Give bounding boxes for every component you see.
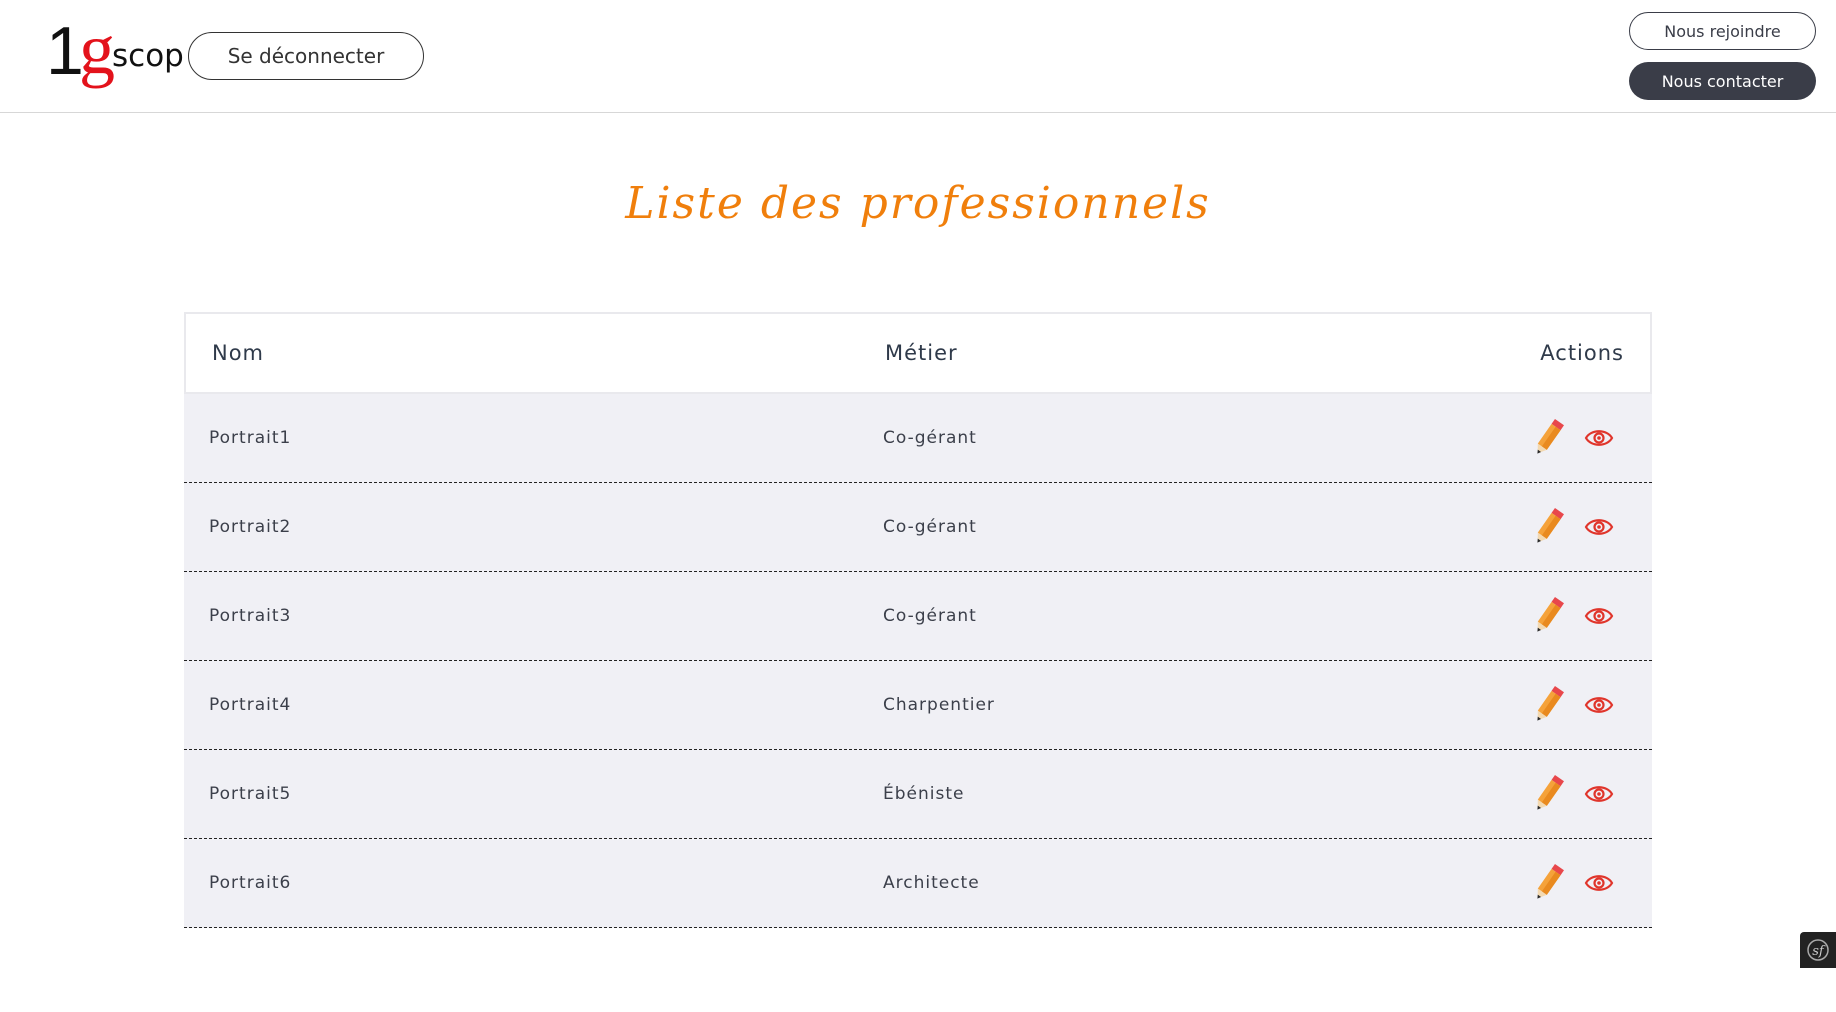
view-button[interactable] — [1584, 693, 1614, 717]
cell-nom: Portrait4 — [209, 695, 292, 715]
cell-metier: Ébéniste — [883, 784, 965, 804]
row-actions — [1530, 594, 1614, 638]
view-button[interactable] — [1584, 782, 1614, 806]
eye-icon — [1584, 697, 1614, 721]
row-actions — [1530, 683, 1614, 727]
column-header-actions: Actions — [1540, 341, 1624, 365]
column-header-metier: Métier — [885, 341, 958, 365]
table-row: Portrait4 Charpentier — [184, 661, 1652, 750]
pencil-icon — [1530, 774, 1568, 820]
edit-button[interactable] — [1530, 683, 1568, 727]
professionals-table: Nom Métier Actions Portrait1 Co-gérant P… — [184, 312, 1652, 1012]
join-button[interactable]: Nous rejoindre — [1629, 12, 1816, 50]
cell-metier: Co-gérant — [883, 517, 977, 537]
cell-metier: Co-gérant — [883, 606, 977, 626]
edit-button[interactable] — [1530, 594, 1568, 638]
view-button[interactable] — [1584, 871, 1614, 895]
cell-metier: Co-gérant — [883, 428, 977, 448]
edit-button[interactable] — [1530, 416, 1568, 460]
table-row: Portrait3 Co-gérant — [184, 572, 1652, 661]
symfony-icon: sf — [1807, 939, 1829, 961]
row-actions — [1530, 861, 1614, 905]
view-button[interactable] — [1584, 515, 1614, 539]
cell-metier: Architecte — [883, 873, 980, 893]
eye-icon — [1584, 519, 1614, 543]
table-header: Nom Métier Actions — [184, 312, 1652, 394]
eye-icon — [1584, 430, 1614, 454]
edit-button[interactable] — [1530, 861, 1568, 905]
pencil-icon — [1530, 418, 1568, 464]
eye-icon — [1584, 875, 1614, 899]
edit-button[interactable] — [1530, 772, 1568, 816]
cell-nom: Portrait2 — [209, 517, 292, 537]
cell-nom: Portrait1 — [209, 428, 292, 448]
edit-button[interactable] — [1530, 505, 1568, 549]
eye-icon — [1584, 786, 1614, 810]
cell-nom: Portrait3 — [209, 606, 292, 626]
pencil-icon — [1530, 596, 1568, 642]
pencil-icon — [1530, 507, 1568, 553]
row-actions — [1530, 416, 1614, 460]
table-body: Portrait1 Co-gérant Portrait2 Co-gérant — [184, 394, 1652, 928]
cell-metier: Charpentier — [883, 695, 995, 715]
table-row: Portrait5 Ébéniste — [184, 750, 1652, 839]
symfony-toolbar-button[interactable]: sf — [1800, 932, 1836, 968]
table-row: Portrait6 Architecte — [184, 839, 1652, 928]
pencil-icon — [1530, 863, 1568, 909]
cell-nom: Portrait6 — [209, 873, 292, 893]
logo[interactable]: 1 g scop — [46, 9, 184, 89]
svg-text:sf: sf — [1812, 944, 1826, 959]
site-header: 1 g scop Se déconnecter Nous rejoindre N… — [0, 0, 1836, 113]
page-title: Liste des professionnels — [625, 178, 1211, 229]
logo-letter: g — [79, 9, 115, 89]
logout-button[interactable]: Se déconnecter — [188, 32, 424, 80]
table-row: Portrait2 Co-gérant — [184, 483, 1652, 572]
row-actions — [1530, 772, 1614, 816]
view-button[interactable] — [1584, 426, 1614, 450]
column-header-nom: Nom — [212, 341, 265, 365]
cell-nom: Portrait5 — [209, 784, 292, 804]
row-actions — [1530, 505, 1614, 549]
eye-icon — [1584, 608, 1614, 632]
table-row: Portrait1 Co-gérant — [184, 394, 1652, 483]
logo-word: scop — [112, 38, 184, 74]
view-button[interactable] — [1584, 604, 1614, 628]
contact-button[interactable]: Nous contacter — [1629, 62, 1816, 100]
pencil-icon — [1530, 685, 1568, 731]
